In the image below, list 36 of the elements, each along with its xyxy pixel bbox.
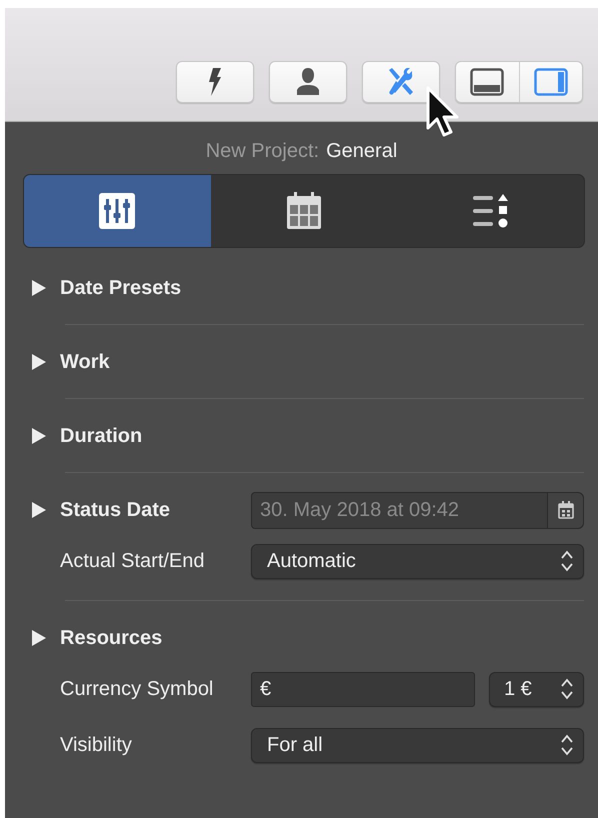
sort-list-icon: [472, 194, 509, 228]
disclosure-triangle[interactable]: [32, 502, 46, 518]
field-label: Currency Symbol: [60, 678, 214, 700]
section-title[interactable]: Resources: [60, 626, 251, 650]
disclosure-triangle[interactable]: [32, 428, 46, 444]
settings-tab[interactable]: [24, 175, 211, 247]
section-title[interactable]: Work: [60, 350, 251, 374]
field-label: Actual Start/End: [60, 550, 206, 572]
tools-icon: [386, 68, 416, 96]
currency-field[interactable]: €: [251, 672, 475, 706]
section-title[interactable]: Duration: [60, 424, 251, 448]
person-button[interactable]: [269, 61, 347, 103]
side-panel-icon: [534, 68, 568, 96]
popup-button[interactable]: For all: [251, 728, 584, 762]
disclosure-triangle[interactable]: [32, 280, 46, 296]
currency-format-popup[interactable]: 1 €: [489, 672, 584, 706]
calendar-icon: [286, 192, 322, 230]
chevron-updown-icon: [561, 734, 573, 756]
disclosure-triangle[interactable]: [32, 354, 46, 370]
cursor-icon: [426, 86, 460, 138]
field-label: Visibility: [60, 734, 133, 756]
bolt-button[interactable]: [176, 61, 254, 103]
disclosure-triangle[interactable]: [32, 630, 46, 646]
tools-button[interactable]: [362, 61, 440, 103]
section-title[interactable]: Date Presets: [60, 276, 251, 300]
bolt-icon: [208, 68, 222, 96]
sliders-icon: [99, 193, 136, 229]
chevron-updown-icon: [561, 550, 573, 572]
popup-button[interactable]: Automatic: [251, 544, 584, 578]
inspector-title: General: [326, 140, 398, 163]
date-value: 30. May 2018 at 09:42: [259, 498, 460, 522]
project-label: New Project:: [206, 140, 320, 163]
calendar-icon: [558, 501, 574, 519]
bottom-panel-icon: [470, 68, 504, 96]
section-title[interactable]: Status Date: [60, 498, 251, 522]
chevron-updown-icon: [561, 678, 573, 700]
